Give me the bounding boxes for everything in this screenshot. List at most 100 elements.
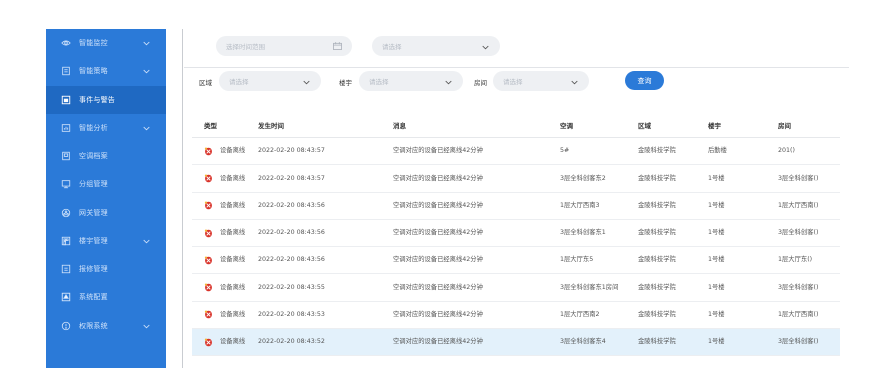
cell-time: 2022-02-20 08:43:56 — [258, 256, 325, 264]
header-message: 消息 — [393, 122, 406, 130]
cell-building: 1号楼 — [708, 283, 725, 291]
cell-message: 空调对应的设备已经离线42分钟 — [393, 338, 483, 346]
cell-type: 设备离线 — [204, 193, 245, 219]
sidebar-item-label: 智能分析 — [79, 123, 108, 132]
chevron-down-icon[interactable] — [143, 125, 150, 131]
building-select-placeholder: 请选择 — [369, 78, 389, 86]
cell-room: 3层全科创客() — [778, 338, 819, 346]
top-select[interactable]: 请选择 — [372, 36, 500, 56]
cell-time: 2022-02-20 08:43:55 — [258, 283, 325, 291]
chevron-down-icon — [303, 79, 310, 85]
cell-type: 设备离线 — [204, 165, 245, 191]
cell-room: 3层全科创客() — [778, 283, 819, 291]
cell-area: 金陵科技学院 — [638, 201, 676, 209]
sidebar-item[interactable]: 空调档案 — [46, 142, 166, 170]
type-text: 设备离线 — [220, 283, 246, 291]
table-row[interactable]: 设备离线 2022-02-20 08:43:56 空调对应的设备已经离线42分钟 3层… — [192, 220, 840, 248]
sidebar-item-label: 智能监控 — [79, 39, 108, 48]
cell-room: 1层大厅西南() — [778, 201, 819, 209]
cell-building: 1号楼 — [708, 256, 725, 264]
table-row[interactable]: 设备离线 2022-02-20 08:43:57 空调对应的设备已经离线42分钟 5#… — [192, 138, 840, 166]
offline-alarm-icon — [204, 201, 213, 210]
type-text: 设备离线 — [220, 256, 246, 264]
table-row[interactable]: 设备离线 2022-02-20 08:43:52 空调对应的设备已经离线42分钟 3层… — [192, 329, 840, 357]
cell-message: 空调对应的设备已经离线42分钟 — [393, 283, 483, 291]
cell-type: 设备离线 — [204, 138, 245, 164]
sidebar-item-label: 网关管理 — [79, 208, 108, 217]
chevron-down-icon — [571, 79, 578, 85]
cell-room: 201() — [778, 147, 795, 155]
cell-building: 1号楼 — [708, 201, 725, 209]
cell-room: 1层大厅东() — [778, 256, 813, 264]
sidebar-item[interactable]: 楼宇管理 — [46, 227, 166, 255]
sidebar-item[interactable]: 权限系统 — [46, 312, 166, 340]
type-text: 设备离线 — [220, 311, 246, 318]
table-header: 类型 发生时间 消息 空调 区域 楼宇 房间 — [192, 110, 840, 138]
type-text: 设备离线 — [220, 147, 246, 155]
cell-message: 空调对应的设备已经离线42分钟 — [393, 256, 483, 264]
sidebar: 智能监控智能策略事件与警告智能分析空调档案分组管理网关管理楼宇管理 报修管理 系统配… — [46, 29, 166, 368]
sidebar-item[interactable]: 系统配置 — [46, 283, 166, 311]
cell-message: 空调对应的设备已经离线42分钟 — [393, 229, 483, 237]
offline-alarm-icon — [204, 147, 213, 156]
header-room: 房间 — [778, 122, 791, 130]
type-text: 设备离线 — [220, 174, 246, 182]
events-table: 类型 发生时间 消息 空调 区域 楼宇 房间 设备离线 2022-02-20 08… — [192, 110, 840, 357]
sidebar-item-label: 智能策略 — [79, 67, 108, 76]
alert-box-icon — [60, 94, 71, 105]
cell-ac: 1层大厅西南2 — [560, 311, 600, 318]
cell-building: 1号楼 — [708, 229, 725, 237]
table-row[interactable]: 设备离线 2022-02-20 08:43:53 空调对应的设备已经离线42分钟 1层… — [192, 302, 840, 330]
sidebar-item-label: 分组管理 — [79, 180, 108, 189]
settings-box-icon — [60, 292, 71, 303]
shield-icon — [60, 320, 71, 331]
cell-area: 金陵科技学院 — [638, 147, 676, 155]
table-row[interactable]: 设备离线 2022-02-20 08:43:56 空调对应的设备已经离线42分钟 1层… — [192, 193, 840, 220]
sidebar-item[interactable]: 智能策略 — [46, 57, 166, 85]
chevron-down-icon[interactable] — [143, 40, 150, 46]
sidebar-item[interactable]: 智能分析 — [46, 114, 166, 142]
monitor-icon — [60, 179, 71, 190]
sidebar-item[interactable]: 分组管理 — [46, 170, 166, 198]
eye-icon — [60, 38, 71, 49]
cell-area: 金陵科技学院 — [638, 311, 676, 318]
cell-area: 金陵科技学院 — [638, 229, 676, 237]
table-row[interactable]: 设备离线 2022-02-20 08:43:55 空调对应的设备已经离线42分钟 3层… — [192, 274, 840, 302]
type-text: 设备离线 — [220, 338, 246, 346]
cell-time: 2022-02-20 08:43:56 — [258, 229, 325, 237]
sidebar-item[interactable]: 事件与警告 — [46, 85, 166, 114]
sidebar-item[interactable]: 报修管理 — [46, 255, 166, 283]
cell-time: 2022-02-20 08:43:53 — [258, 311, 325, 318]
header-time: 发生时间 — [258, 122, 284, 130]
cell-time: 2022-02-20 08:43:52 — [258, 338, 325, 346]
offline-alarm-icon — [204, 174, 213, 183]
calendar-icon — [333, 42, 342, 50]
network-icon — [60, 207, 71, 218]
cell-ac: 5# — [560, 147, 570, 155]
query-button[interactable]: 查询 — [625, 71, 664, 90]
sidebar-item[interactable]: 网关管理 — [46, 199, 166, 227]
chevron-down-icon[interactable] — [143, 323, 150, 328]
sidebar-item[interactable]: 智能监控 — [46, 29, 166, 57]
cell-area: 金陵科技学院 — [638, 338, 676, 346]
table-row[interactable]: 设备离线 2022-02-20 08:43:57 空调对应的设备已经离线42分钟 3层… — [192, 165, 840, 193]
offline-alarm-icon — [204, 256, 213, 265]
chevron-down-icon[interactable] — [143, 238, 150, 244]
header-ac: 空调 — [560, 122, 573, 130]
sidebar-item-label: 空调档案 — [79, 152, 108, 161]
header-type: 类型 — [204, 122, 217, 130]
table-row[interactable]: 设备离线 2022-02-20 08:43:56 空调对应的设备已经离线42分钟 1层… — [192, 247, 840, 275]
building-select[interactable]: 请选择 — [359, 71, 463, 91]
file-icon — [60, 151, 71, 162]
doc-icon — [60, 66, 71, 77]
chevron-down-icon — [482, 44, 489, 50]
date-range-picker[interactable]: 选择时间范围 — [216, 36, 352, 56]
chevron-down-icon[interactable] — [143, 68, 150, 74]
room-select[interactable]: 请选择 — [493, 71, 589, 91]
building-label: 楼宇 — [339, 79, 352, 87]
cell-type: 设备离线 — [204, 329, 245, 355]
cell-ac: 1层大厅西南3 — [560, 201, 600, 209]
cell-type: 设备离线 — [204, 274, 245, 300]
cell-ac: 3层全科创客东2 — [560, 174, 606, 182]
area-select[interactable]: 请选择 — [219, 71, 321, 91]
